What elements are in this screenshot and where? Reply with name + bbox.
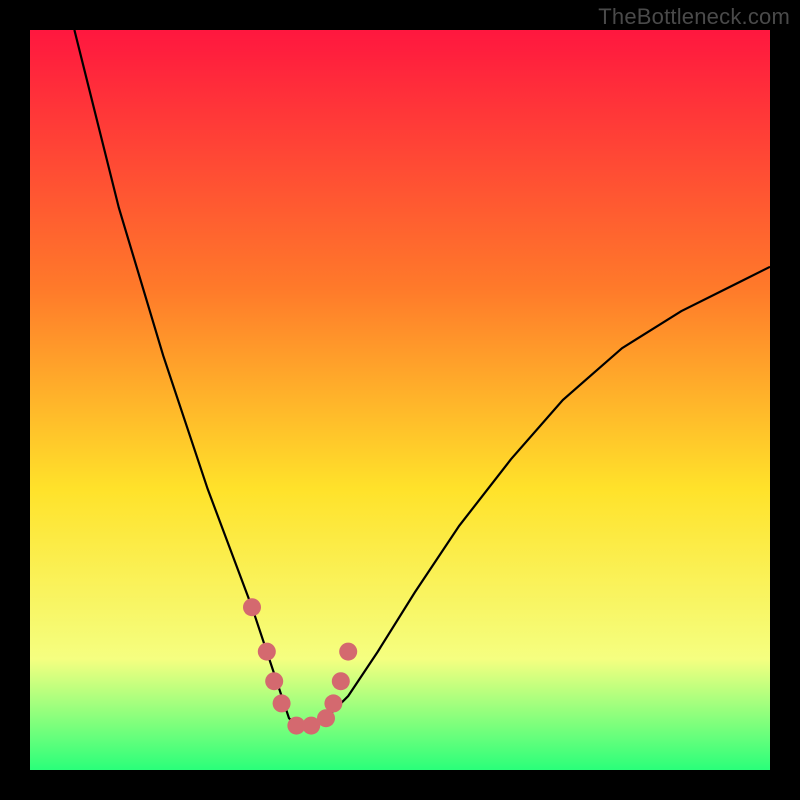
marker-point (324, 694, 342, 712)
marker-point (243, 598, 261, 616)
plot-area (30, 30, 770, 770)
chart-svg (30, 30, 770, 770)
marker-point (265, 672, 283, 690)
chart-frame: TheBottleneck.com (0, 0, 800, 800)
gradient-background (30, 30, 770, 770)
marker-point (273, 694, 291, 712)
marker-point (332, 672, 350, 690)
watermark-text: TheBottleneck.com (598, 4, 790, 30)
marker-point (339, 643, 357, 661)
marker-point (258, 643, 276, 661)
